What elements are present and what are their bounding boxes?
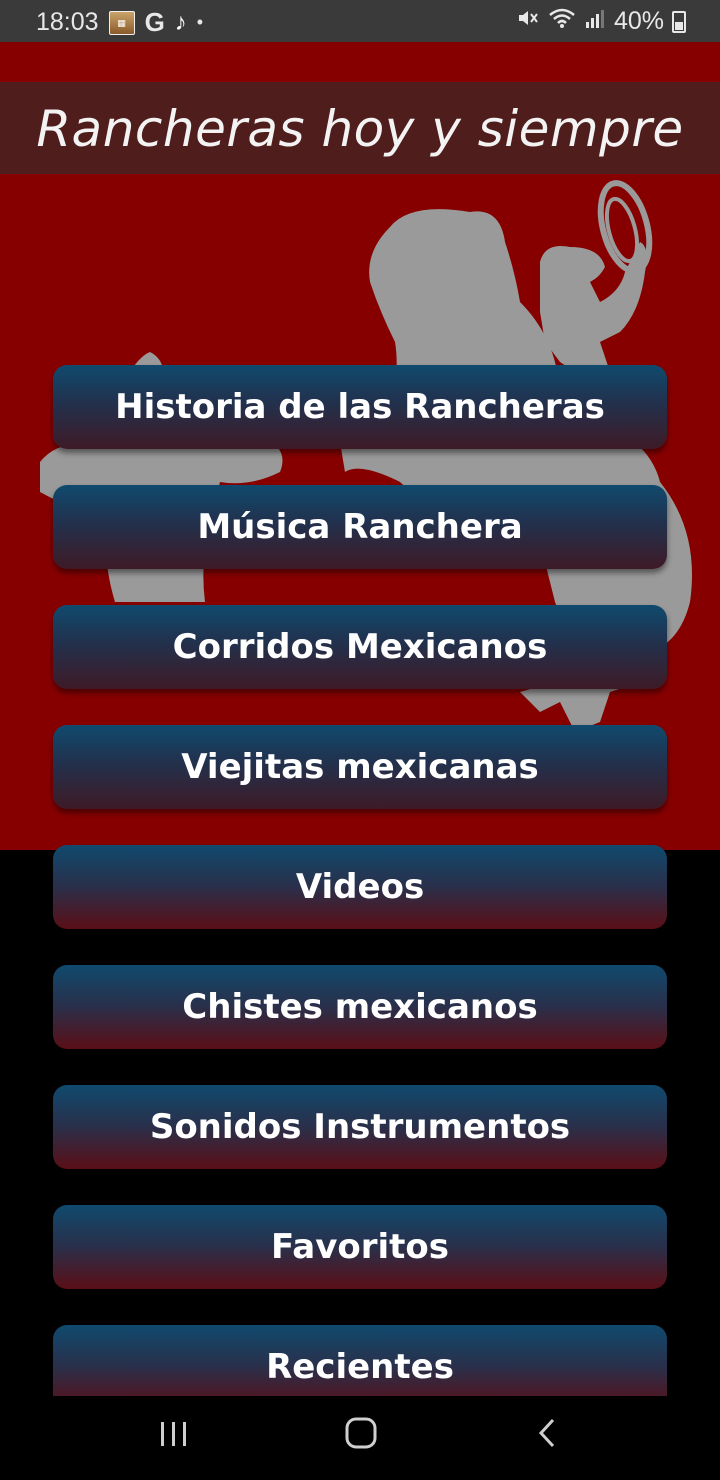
signal-icon [584,7,606,36]
menu-item-viejitas[interactable]: Viejitas mexicanas [53,725,667,809]
menu-item-videos[interactable]: Videos [53,845,667,929]
battery-label: 40% [613,7,664,35]
home-icon[interactable] [321,1416,401,1460]
menu-item-historia[interactable]: Historia de las Rancheras [53,365,667,449]
menu-item-favoritos[interactable]: Favoritos [53,1205,667,1289]
menu-item-musica-ranchera[interactable]: Música Ranchera [53,485,667,569]
battery-icon [672,10,686,33]
tiktok-icon: ♪ [174,8,187,36]
page-title: Rancheras hoy y siempre [36,100,684,158]
menu-item-sonidos[interactable]: Sonidos Instrumentos [53,1085,667,1169]
back-icon[interactable] [508,1416,588,1460]
menu-item-corridos[interactable]: Corridos Mexicanos [53,605,667,689]
status-bar: 18:03 ▦ G ♪ • 40% [0,0,720,42]
dot-icon: • [196,12,204,32]
wifi-icon [548,7,576,36]
google-icon: G [144,7,165,37]
menu-item-chistes[interactable]: Chistes mexicanos [53,965,667,1049]
app-notification-icon: ▦ [108,10,135,35]
navigation-bar [0,1396,720,1480]
recent-apps-icon[interactable] [134,1416,214,1460]
status-time: 18:03 [36,8,99,36]
mute-icon [516,7,540,36]
